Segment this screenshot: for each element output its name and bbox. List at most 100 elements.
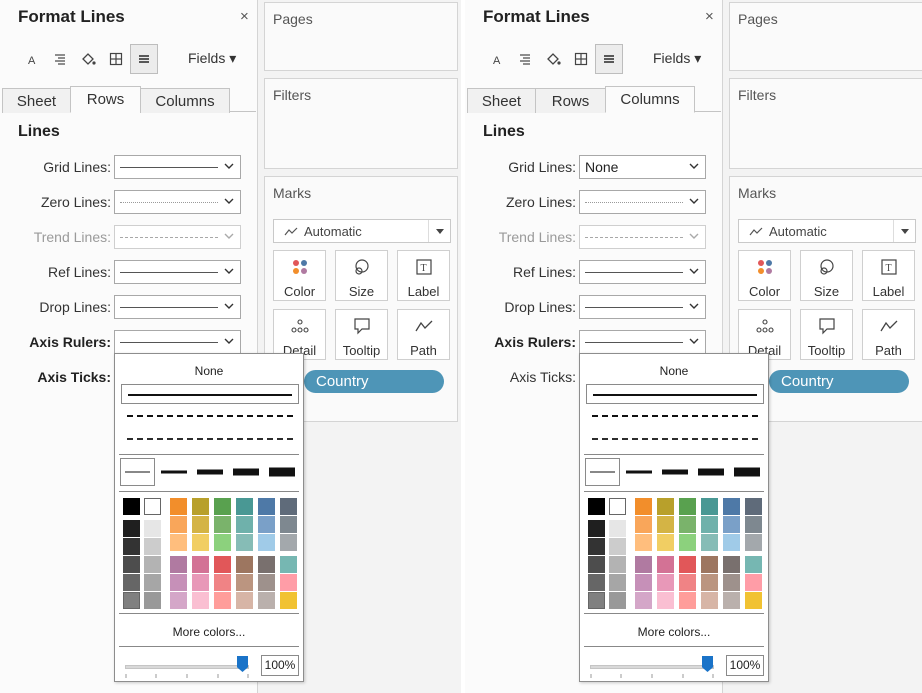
country-field-pill[interactable]: Country — [304, 370, 444, 393]
color-swatch[interactable] — [657, 516, 674, 533]
color-button[interactable]: Color — [738, 250, 791, 301]
color-swatch[interactable] — [280, 556, 297, 573]
color-swatch[interactable] — [236, 498, 253, 515]
color-swatch[interactable] — [657, 556, 674, 573]
path-button[interactable]: Path — [397, 309, 450, 360]
line-weight-4[interactable] — [694, 458, 728, 486]
align-icon[interactable] — [511, 44, 539, 74]
color-swatch[interactable] — [609, 498, 626, 515]
line-style-solid[interactable] — [586, 384, 764, 404]
color-swatch[interactable] — [192, 516, 209, 533]
color-swatch[interactable] — [192, 498, 209, 515]
tooltip-button[interactable]: Tooltip — [335, 309, 388, 360]
color-swatch[interactable] — [745, 534, 762, 551]
filters-card[interactable]: Filters — [264, 78, 458, 169]
color-swatch[interactable] — [214, 556, 231, 573]
opacity-value[interactable]: 100% — [261, 655, 299, 676]
color-swatch[interactable] — [723, 534, 740, 551]
opacity-slider-track[interactable] — [125, 665, 249, 669]
color-swatch[interactable] — [588, 520, 605, 537]
color-swatch[interactable] — [657, 574, 674, 591]
line-style-select[interactable] — [114, 295, 241, 319]
borders-icon[interactable] — [567, 44, 595, 74]
color-button[interactable]: Color — [273, 250, 326, 301]
shading-icon[interactable] — [74, 44, 102, 74]
label-button[interactable]: T Label — [397, 250, 450, 301]
color-swatch[interactable] — [214, 534, 231, 551]
lines-icon[interactable] — [130, 44, 158, 74]
more-colors-link[interactable]: More colors... — [115, 625, 303, 639]
shading-icon[interactable] — [539, 44, 567, 74]
color-swatch[interactable] — [236, 592, 253, 609]
close-icon[interactable]: × — [705, 8, 714, 25]
color-swatch[interactable] — [170, 592, 187, 609]
line-weight-5[interactable] — [265, 458, 299, 486]
line-weight-1[interactable] — [585, 458, 620, 486]
color-swatch[interactable] — [679, 574, 696, 591]
color-swatch[interactable] — [144, 538, 161, 555]
color-swatch[interactable] — [192, 534, 209, 551]
color-swatch[interactable] — [214, 498, 231, 515]
color-swatch[interactable] — [144, 592, 161, 609]
color-swatch[interactable] — [123, 498, 140, 515]
color-swatch[interactable] — [192, 592, 209, 609]
filters-card[interactable]: Filters — [729, 78, 922, 169]
color-swatch[interactable] — [236, 516, 253, 533]
opacity-slider-thumb[interactable] — [237, 656, 248, 672]
color-swatch[interactable] — [745, 574, 762, 591]
color-swatch[interactable] — [679, 556, 696, 573]
pages-card[interactable]: Pages — [729, 2, 922, 71]
line-style-select[interactable] — [579, 190, 706, 214]
mark-type-dropdown[interactable]: Automatic — [273, 219, 451, 243]
line-weight-4[interactable] — [229, 458, 263, 486]
line-style-select[interactable] — [579, 260, 706, 284]
label-button[interactable]: T Label — [862, 250, 915, 301]
color-swatch[interactable] — [723, 556, 740, 573]
color-swatch[interactable] — [258, 534, 275, 551]
lines-icon[interactable] — [595, 44, 623, 74]
color-swatch[interactable] — [635, 574, 652, 591]
color-swatch[interactable] — [679, 498, 696, 515]
color-swatch[interactable] — [723, 516, 740, 533]
color-swatch[interactable] — [214, 574, 231, 591]
color-swatch[interactable] — [701, 592, 718, 609]
pages-card[interactable]: Pages — [264, 2, 458, 71]
color-swatch[interactable] — [745, 592, 762, 609]
color-swatch[interactable] — [144, 498, 161, 515]
color-swatch[interactable] — [588, 556, 605, 573]
color-swatch[interactable] — [635, 534, 652, 551]
font-icon[interactable]: A — [18, 44, 46, 74]
color-swatch[interactable] — [170, 574, 187, 591]
color-swatch[interactable] — [679, 534, 696, 551]
opacity-slider-track[interactable] — [590, 665, 714, 669]
opacity-value[interactable]: 100% — [726, 655, 764, 676]
color-swatch[interactable] — [280, 592, 297, 609]
color-swatch[interactable] — [701, 498, 718, 515]
tab-sheet[interactable]: Sheet — [2, 88, 71, 113]
color-swatch[interactable] — [280, 516, 297, 533]
color-swatch[interactable] — [701, 534, 718, 551]
color-swatch[interactable] — [679, 516, 696, 533]
color-swatch[interactable] — [258, 516, 275, 533]
line-weight-2[interactable] — [157, 458, 191, 486]
color-swatch[interactable] — [723, 592, 740, 609]
color-swatch[interactable] — [144, 556, 161, 573]
color-swatch[interactable] — [123, 538, 140, 555]
line-weight-5[interactable] — [730, 458, 764, 486]
size-button[interactable]: Size — [800, 250, 853, 301]
more-colors-link[interactable]: More colors... — [580, 625, 768, 639]
size-button[interactable]: Size — [335, 250, 388, 301]
color-swatch[interactable] — [588, 574, 605, 591]
tab-sheet[interactable]: Sheet — [467, 88, 536, 113]
color-swatch[interactable] — [236, 534, 253, 551]
color-swatch[interactable] — [635, 516, 652, 533]
line-style-dotted[interactable] — [586, 429, 764, 449]
line-style-select[interactable] — [114, 155, 241, 179]
color-swatch[interactable] — [236, 574, 253, 591]
close-icon[interactable]: × — [240, 8, 249, 25]
tab-columns[interactable]: Columns — [140, 88, 230, 113]
color-swatch[interactable] — [280, 498, 297, 515]
tooltip-button[interactable]: Tooltip — [800, 309, 853, 360]
line-style-select[interactable] — [579, 330, 706, 354]
line-style-select[interactable] — [114, 260, 241, 284]
